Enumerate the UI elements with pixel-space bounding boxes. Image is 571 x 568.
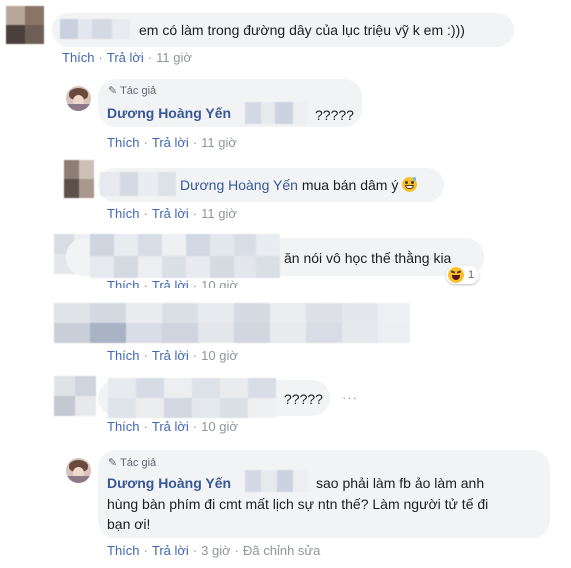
like-link[interactable]: Thích <box>107 419 140 434</box>
comment-actions: Thích · Trả lời · 11 giờ <box>62 50 192 65</box>
avatar[interactable] <box>66 86 91 111</box>
reaction-count[interactable]: 1 <box>446 266 480 284</box>
redacted-name <box>60 19 130 39</box>
pencil-icon: ✎ <box>108 457 118 469</box>
avatar-pixelated[interactable] <box>64 160 94 198</box>
comment-text-line: sao phải làm fb ảo làm anh <box>316 475 485 491</box>
comment-text: em có làm trong đường dây của lục triệu … <box>139 22 465 38</box>
laughing-emoji-icon <box>448 267 464 283</box>
like-link[interactable]: Thích <box>107 135 140 150</box>
more-options-icon[interactable]: ··· <box>342 390 358 405</box>
comment-text: ????? <box>284 391 323 407</box>
redacted-name <box>108 378 276 418</box>
comment-text-line: bạn ơi! <box>107 516 151 532</box>
comment-actions: Thích · Trả lời · 10 giờ <box>107 278 238 288</box>
comment-actions: Thích · Trả lời · 10 giờ <box>107 419 238 434</box>
reply-link[interactable]: Trả lời <box>152 135 189 150</box>
tagged-name[interactable]: Dương Hoàng Yến <box>180 177 298 193</box>
pencil-icon: ✎ <box>108 85 118 97</box>
redacted-comment <box>54 303 410 343</box>
reply-link[interactable]: Trả lời <box>152 348 189 363</box>
grinning-sweat-emoji-icon <box>402 177 418 192</box>
comment-actions: Thích · Trả lời · 3 giờ · Đã chỉnh sửa <box>107 543 321 558</box>
avatar-pixelated[interactable] <box>54 376 96 416</box>
like-link[interactable]: Thích <box>107 348 140 363</box>
like-link[interactable]: Thích <box>107 278 140 288</box>
reply-link[interactable]: Trả lời <box>152 206 189 221</box>
comment-actions: Thích · Trả lời · 11 giờ <box>107 135 237 150</box>
timestamp[interactable]: 11 giờ <box>201 135 237 150</box>
comment-text: Dương Hoàng Yến mua bán dâm ý <box>180 176 418 194</box>
comment-text: ăn nói vô học thế thằng kia <box>284 250 452 266</box>
comment-actions: Thích · Trả lời · 11 giờ <box>107 206 237 221</box>
comment-actions: Thích · Trả lời · 10 giờ <box>107 348 238 363</box>
commenter-name[interactable]: Dương Hoàng Yến <box>107 474 231 492</box>
author-tag: ✎ Tác giả <box>108 457 157 469</box>
comment-bubble <box>98 450 550 538</box>
author-tag: ✎ Tác giả <box>108 85 157 97</box>
avatar-pixelated[interactable] <box>6 6 44 44</box>
redacted-name <box>90 234 280 278</box>
like-link[interactable]: Thích <box>62 50 95 65</box>
comment-text: ????? <box>315 107 354 123</box>
edited-label[interactable]: Đã chỉnh sửa <box>243 543 320 558</box>
redacted-tag <box>245 102 307 124</box>
avatar[interactable] <box>66 458 91 483</box>
timestamp[interactable]: 10 giờ <box>201 348 238 363</box>
comment-text-line: hùng bàn phím đi cmt mất lịch sự ntn thế… <box>107 496 489 512</box>
like-link[interactable]: Thích <box>107 206 140 221</box>
reply-link[interactable]: Trả lời <box>152 419 189 434</box>
timestamp[interactable]: 11 giờ <box>201 206 237 221</box>
redacted-name <box>100 172 176 196</box>
timestamp[interactable]: 10 giờ <box>201 419 238 434</box>
like-link[interactable]: Thích <box>107 543 140 558</box>
redacted-tag <box>245 470 309 492</box>
timestamp[interactable]: 3 giờ <box>201 543 231 558</box>
commenter-name[interactable]: Dương Hoàng Yến <box>107 104 231 122</box>
timestamp[interactable]: 11 giờ <box>156 50 192 65</box>
reply-link[interactable]: Trả lời <box>107 50 144 65</box>
reply-link[interactable]: Trả lời <box>152 543 189 558</box>
reply-link[interactable]: Trả lời <box>152 278 189 288</box>
timestamp[interactable]: 10 giờ <box>201 278 238 288</box>
